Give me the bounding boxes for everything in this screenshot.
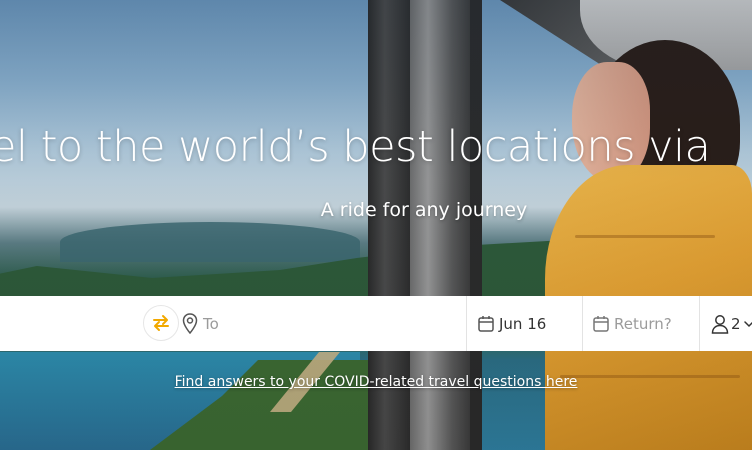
from-field[interactable] bbox=[0, 296, 140, 351]
calendar-icon bbox=[593, 315, 609, 332]
chevron-down-icon bbox=[743, 320, 752, 328]
passenger-selector[interactable]: 2 bbox=[711, 296, 752, 351]
search-bar: To Jun 16 Return? 2 bbox=[0, 296, 752, 351]
to-field[interactable]: To bbox=[182, 296, 466, 351]
calendar-icon bbox=[478, 315, 494, 332]
hero-subhead: A ride for any journey bbox=[320, 199, 528, 221]
return-placeholder: Return? bbox=[614, 314, 672, 333]
covid-link-text: Find answers to your COVID-related trave… bbox=[174, 374, 578, 390]
field-divider bbox=[466, 296, 467, 351]
covid-info-link[interactable]: Find answers to your COVID-related trave… bbox=[0, 374, 752, 390]
field-divider bbox=[582, 296, 583, 351]
hero-headline: el to the world’s best locations via bbox=[0, 122, 711, 172]
depart-date-value: Jun 16 bbox=[499, 314, 547, 333]
to-placeholder: To bbox=[203, 314, 219, 333]
passenger-count: 2 bbox=[731, 314, 741, 333]
person-icon bbox=[711, 314, 729, 334]
field-divider bbox=[699, 296, 700, 351]
depart-date-field[interactable]: Jun 16 bbox=[478, 296, 582, 351]
swap-button[interactable] bbox=[143, 305, 179, 341]
return-date-field[interactable]: Return? bbox=[593, 296, 699, 351]
swap-arrows-icon bbox=[151, 314, 171, 332]
map-pin-icon bbox=[182, 312, 198, 335]
